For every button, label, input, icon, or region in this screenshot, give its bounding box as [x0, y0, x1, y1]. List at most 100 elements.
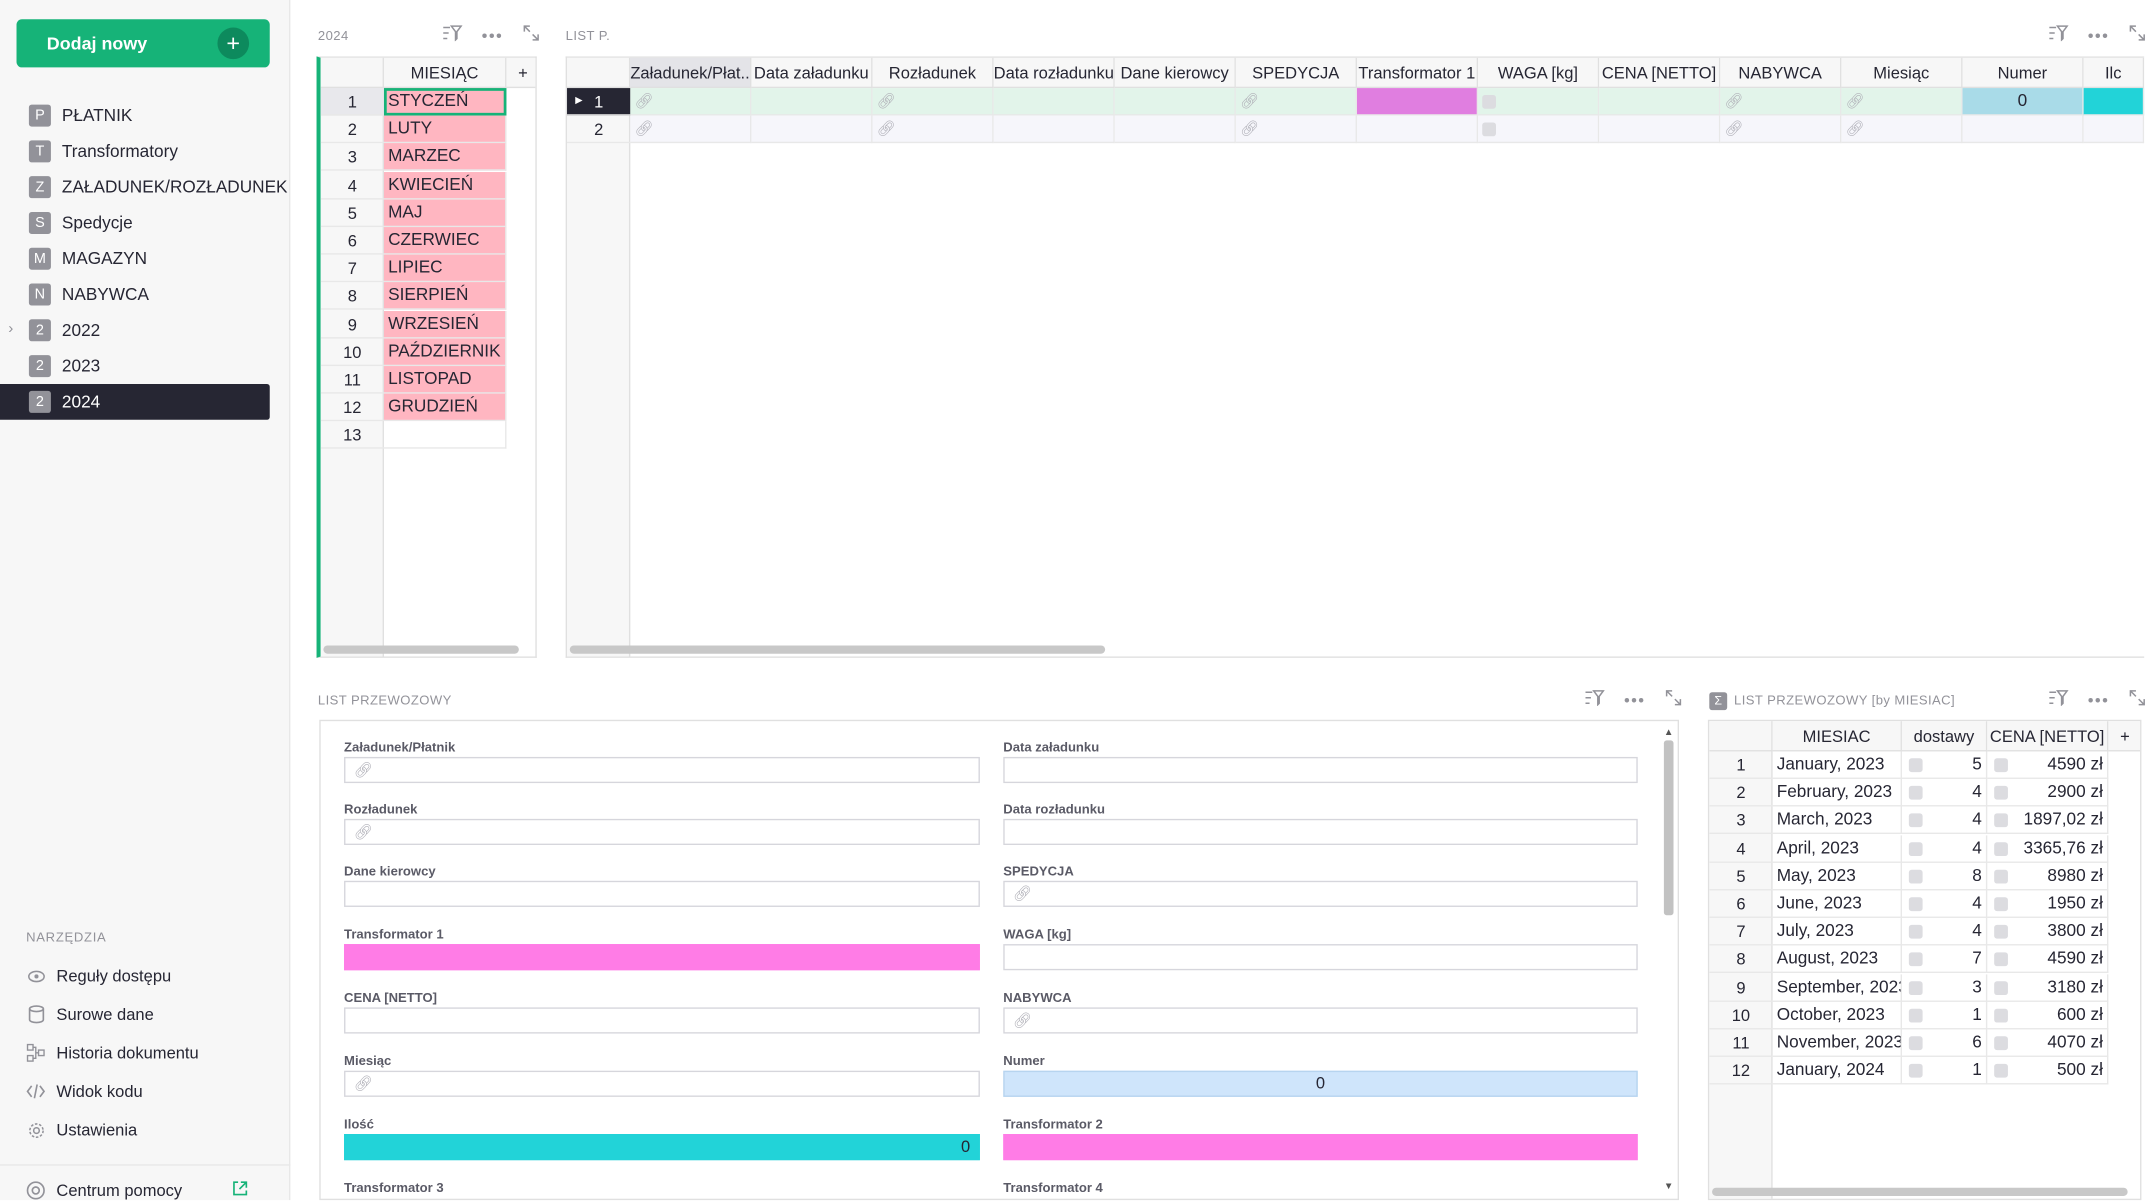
column-header[interactable]: Data rozładunku	[993, 57, 1115, 89]
month-cell[interactable]: SIERPIEŃ	[383, 282, 507, 311]
horizontal-scrollbar[interactable]	[569, 645, 1106, 654]
tool-code-view[interactable]: Widok kodu	[26, 1078, 143, 1106]
page-item-nabywca[interactable]: N NABYWCA	[0, 277, 290, 313]
month-cell[interactable]: WRZESIEŃ	[383, 310, 507, 338]
summary-count-cell[interactable]: 1	[1901, 1001, 1988, 1030]
list-cell[interactable]: 🔗︎	[1720, 88, 1842, 116]
summary-price-cell[interactable]: 4590 zł	[1987, 751, 2109, 779]
field-input[interactable]: 🔗︎	[1003, 1007, 1638, 1034]
expand-icon[interactable]	[522, 25, 539, 46]
month-cell[interactable]: CZERWIEC	[383, 227, 507, 255]
row-number[interactable]: 4	[1709, 835, 1773, 863]
month-cell[interactable]	[383, 421, 507, 450]
horizontal-scrollbar[interactable]	[323, 645, 519, 654]
list-cell[interactable]: 0	[1962, 88, 2084, 116]
field-input[interactable]	[1003, 944, 1638, 971]
list-cell[interactable]: 🔗︎	[1841, 115, 1963, 144]
page-item-2024[interactable]: 2 2024	[0, 383, 270, 420]
month-cell[interactable]: LIPIEC	[383, 254, 507, 283]
row-number[interactable]: 1	[1709, 751, 1773, 779]
summary-count-cell[interactable]: 4	[1901, 918, 1988, 946]
month-cell[interactable]: PAŹDZIERNIK	[383, 338, 507, 366]
tool-access-rules[interactable]: Reguły dostępu	[26, 962, 171, 990]
page-item-transformatory[interactable]: T Transformatory	[0, 133, 290, 169]
field-input[interactable]: 0	[1003, 1070, 1638, 1097]
column-header[interactable]: Data załadunku	[751, 57, 873, 89]
summary-month-cell[interactable]: June, 2023	[1772, 890, 1902, 918]
row-number[interactable]: 8	[1709, 946, 1773, 974]
list-cell[interactable]	[2083, 115, 2145, 144]
summary-price-cell[interactable]: 4070 zł	[1987, 1029, 2109, 1057]
column-header[interactable]: NABYWCA	[1720, 57, 1842, 89]
list-cell[interactable]	[1356, 115, 1479, 144]
column-header[interactable]: SPEDYCJA	[1235, 57, 1357, 89]
field-input[interactable]: 🔗︎	[344, 1070, 980, 1097]
summary-count-cell[interactable]: 7	[1901, 946, 1988, 974]
row-number[interactable]: 5	[320, 199, 384, 227]
row-number[interactable]: 3	[1709, 807, 1773, 835]
more-icon[interactable]: •••	[1624, 690, 1645, 709]
sort-filter-icon[interactable]	[2049, 689, 2069, 710]
list-cell[interactable]	[1114, 88, 1236, 116]
list-cell[interactable]	[1599, 88, 1721, 116]
summary-count-cell[interactable]: 4	[1901, 779, 1988, 807]
column-header-dostawy[interactable]: dostawy	[1901, 721, 1988, 752]
list-cell[interactable]	[1599, 115, 1721, 144]
list-cell[interactable]	[1478, 88, 1600, 116]
summary-price-cell[interactable]: 600 zł	[1987, 1001, 2109, 1030]
summary-month-cell[interactable]: September, 2023	[1772, 973, 1902, 1002]
column-header[interactable]: Miesiąc	[1841, 57, 1963, 89]
chevron-right-icon[interactable]: ›	[8, 321, 13, 338]
list-cell[interactable]	[993, 115, 1115, 144]
field-input[interactable]: 0	[344, 1134, 980, 1161]
list-cell[interactable]	[751, 115, 873, 144]
add-column-button[interactable]: +	[506, 57, 536, 89]
page-item-platnik[interactable]: P PŁATNIK	[0, 98, 290, 134]
list-cell[interactable]	[2083, 88, 2145, 116]
list-cell[interactable]: 🔗︎	[872, 88, 994, 116]
add-new-button[interactable]: Dodaj nowy +	[16, 19, 270, 68]
summary-count-cell[interactable]: 1	[1901, 1057, 1988, 1085]
row-number[interactable]: 7	[320, 255, 384, 283]
summary-count-cell[interactable]: 4	[1901, 834, 1988, 863]
month-cell[interactable]: MAJ	[383, 199, 507, 227]
row-number[interactable]: 1	[320, 88, 384, 116]
vertical-scrollbar[interactable]: ▲ ▼	[1662, 728, 1674, 1192]
list-cell[interactable]	[751, 88, 873, 116]
column-header-cena[interactable]: CENA [NETTO]	[1987, 721, 2109, 752]
column-header[interactable]: Rozładunek	[872, 57, 994, 89]
summary-month-cell[interactable]: October, 2023	[1772, 1001, 1902, 1030]
list-cell[interactable]	[1962, 115, 2084, 144]
list-cell[interactable]: 🔗︎	[872, 115, 994, 144]
column-header-miesiac[interactable]: MIESIAC	[1772, 721, 1902, 752]
summary-price-cell[interactable]: 2900 zł	[1987, 779, 2109, 807]
field-input[interactable]: 🔗︎	[1003, 880, 1638, 907]
list-cell[interactable]	[1356, 88, 1479, 116]
row-number[interactable]: 6	[320, 227, 384, 255]
row-number[interactable]: 6	[1709, 890, 1773, 918]
summary-month-cell[interactable]: August, 2023	[1772, 946, 1902, 974]
summary-month-cell[interactable]: April, 2023	[1772, 834, 1902, 863]
row-number[interactable]: 9	[320, 310, 384, 338]
row-number[interactable]: 12	[320, 394, 384, 422]
summary-count-cell[interactable]: 3	[1901, 973, 1988, 1002]
summary-month-cell[interactable]: July, 2023	[1772, 918, 1902, 946]
column-header[interactable]: Załadunek/Płat...	[630, 57, 752, 89]
list-cell[interactable]: 🔗︎	[1235, 115, 1357, 144]
list-cell[interactable]	[993, 88, 1115, 116]
row-number[interactable]: 9	[1709, 974, 1773, 1002]
field-input[interactable]	[1003, 756, 1638, 784]
summary-price-cell[interactable]: 3800 zł	[1987, 918, 2109, 946]
page-item-zaladunek[interactable]: Z ZAŁADUNEK/ROZŁADUNEK	[0, 169, 290, 205]
more-icon[interactable]: •••	[482, 25, 503, 44]
scroll-down-icon[interactable]: ▼	[1662, 1182, 1674, 1192]
summary-month-cell[interactable]: February, 2023	[1772, 779, 1902, 807]
row-number[interactable]: 4	[320, 171, 384, 199]
column-header[interactable]: WAGA [kg]	[1478, 57, 1600, 89]
summary-month-cell[interactable]: January, 2024	[1772, 1057, 1902, 1085]
row-number[interactable]: 2	[567, 116, 631, 144]
row-number[interactable]: ▶ 1	[567, 88, 631, 116]
row-number[interactable]: 8	[320, 283, 384, 311]
summary-price-cell[interactable]: 1897,02 zł	[1987, 807, 2109, 835]
field-input[interactable]	[1003, 818, 1638, 846]
